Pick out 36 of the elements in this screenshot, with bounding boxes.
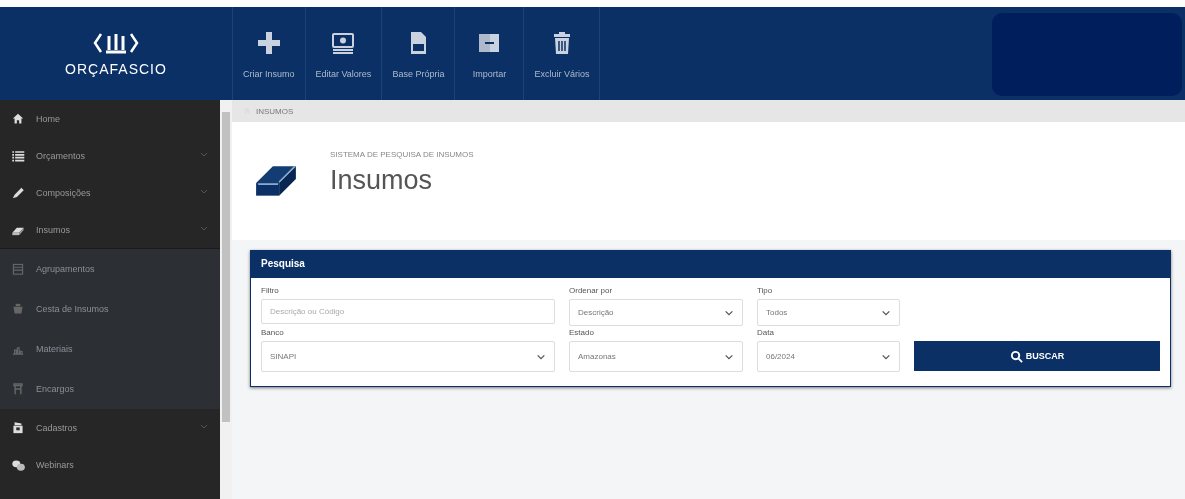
select-field[interactable]: Todos <box>757 299 900 326</box>
sidebar-item[interactable]: Agrupamentos <box>0 249 220 289</box>
chevron-icon <box>200 188 208 196</box>
box-icon <box>10 419 26 436</box>
select-field[interactable]: Amazonas <box>569 341 743 372</box>
page-subtitle: SISTEMA DE PESQUISA DE INSUMOS <box>330 150 474 159</box>
field-label: Filtro <box>261 286 280 296</box>
sidebar-item[interactable]: Materiais <box>0 329 220 369</box>
panel-title: Pesquisa <box>251 251 1170 278</box>
chevron-icon <box>200 151 208 159</box>
sidebar-item[interactable]: Webinars <box>0 446 220 483</box>
field-label: Banco <box>261 328 285 338</box>
breadcrumb-link[interactable]: INSUMOS <box>256 106 294 116</box>
field-label: Ordenar por <box>569 286 614 296</box>
sidebar-item[interactable]: Composições <box>0 174 220 211</box>
sidebar-item[interactable]: Cadastros <box>0 409 220 446</box>
search-icon <box>1009 349 1023 363</box>
logo-text: ORÇAFASCIO <box>65 60 167 77</box>
calendar-icon <box>10 261 26 277</box>
chevron-icon <box>200 225 208 233</box>
select-field[interactable]: SINAPI <box>261 341 555 372</box>
field-label: Estado <box>569 328 595 338</box>
field-label: Tipo <box>757 286 774 296</box>
sidebar-item[interactable]: Home <box>0 100 220 137</box>
scrollbar[interactable] <box>220 100 232 499</box>
chevron-icon <box>200 423 208 431</box>
field-label: Data <box>757 328 775 338</box>
filter-field[interactable]: Descrição ou Código <box>261 299 555 324</box>
select-field[interactable]: Descrição <box>569 299 743 326</box>
sidebar-item[interactable]: Cesta de Insumos <box>0 289 220 329</box>
select-field[interactable]: 06/2024 <box>757 341 900 372</box>
flag-icon <box>10 381 26 397</box>
search-button[interactable]: BUSCAR <box>914 341 1160 371</box>
sidebar-item[interactable]: Encargos <box>0 369 220 409</box>
sidebar-item[interactable]: Orçamentos <box>0 137 220 174</box>
page-title: Insumos <box>330 165 434 196</box>
